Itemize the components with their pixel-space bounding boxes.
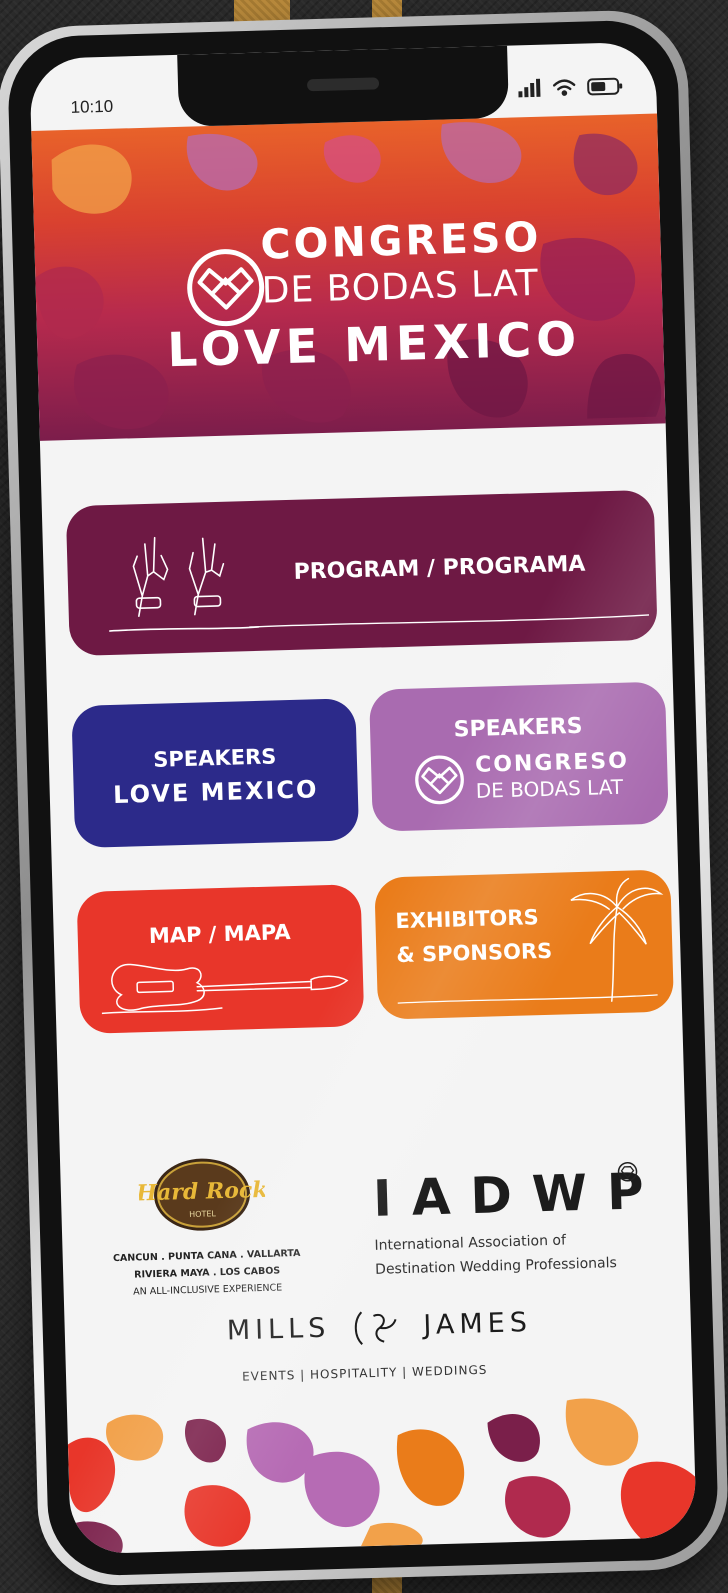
map-button[interactable]: MAP / MAPA: [76, 884, 365, 1034]
hero-subtitle: DE BODAS LAT: [261, 262, 540, 312]
footer-pattern: [67, 1398, 697, 1555]
hero-edition: LOVE MEXICO: [166, 311, 582, 379]
program-label: PROGRAM / PROGRAMA: [293, 551, 586, 585]
speakers-congreso-button[interactable]: SPEAKERS CONGRESO DE BODAS LAT: [368, 681, 669, 832]
svg-text:HOTEL: HOTEL: [189, 1209, 216, 1219]
hardrock-tagline: AN ALL-INCLUSIVE EXPERIENCE: [133, 1282, 283, 1298]
speakers-congreso-line3: DE BODAS LAT: [475, 774, 624, 803]
exhibitors-line2: & SPONSORS: [396, 938, 553, 968]
exhibitors-sponsors-button[interactable]: EXHIBITORS & SPONSORS: [374, 869, 675, 1020]
status-time: 10:10: [70, 96, 114, 117]
palm-tree-icon: [570, 877, 664, 1002]
mills-james-tagline: EVENTS | HOSPITALITY | WEDDINGS: [241, 1362, 488, 1384]
program-button[interactable]: PROGRAM / PROGRAMA: [65, 489, 658, 657]
hard-rock-hotel-logo: Hard Rock HOTEL: [138, 1158, 266, 1231]
iadwp-diamond-icon: [617, 1162, 638, 1182]
notch: [177, 45, 510, 127]
guitar-icon: [101, 963, 349, 1015]
speakers-love-mexico-line1: SPEAKERS: [153, 744, 277, 772]
hardrock-destinations-2: RIVIERA MAYA . LOS CABOS: [134, 1265, 281, 1281]
map-label: MAP / MAPA: [148, 920, 291, 949]
signal-icon: [518, 78, 541, 98]
rock-hands-icon: [108, 536, 260, 632]
speakers-congreso-line2: CONGRESO: [474, 748, 630, 778]
wifi-icon: [552, 79, 576, 96]
james-name: JAMES: [422, 1306, 533, 1342]
speakers-congreso-line1: SPEAKERS: [453, 713, 583, 743]
mills-james-monogram-icon: [354, 1311, 397, 1345]
hero-title: CONGRESO: [259, 212, 542, 269]
exhibitors-line1: EXHIBITORS: [395, 905, 539, 934]
iadwp-subtitle-1: International Association of: [374, 1232, 567, 1254]
hardrock-destinations-1: CANCUN . PUNTA CANA . VALLARTA: [112, 1247, 301, 1265]
speaker-grille: [306, 77, 380, 92]
program-underline: [249, 614, 650, 628]
congreso-logo-icon: [187, 249, 265, 327]
speakers-love-mexico-button[interactable]: SPEAKERS LOVE MEXICO: [71, 698, 360, 849]
hero-banner: CONGRESO DE BODAS LAT LOVE MEXICO: [31, 113, 666, 441]
congreso-logo-icon: [415, 755, 464, 805]
speakers-love-mexico-line2: LOVE MEXICO: [112, 775, 319, 809]
mills-name: MILLS: [226, 1312, 331, 1347]
iadwp-subtitle-2: Destination Wedding Professionals: [374, 1255, 618, 1278]
phone-frame: 10:10 CONGRESO DE BODAS LAT LOVE MEXICO …: [0, 8, 728, 1588]
status-icons: [518, 77, 623, 98]
phone-bezel: 10:10 CONGRESO DE BODAS LAT LOVE MEXICO …: [6, 18, 720, 1578]
battery-icon: [587, 77, 623, 96]
mills-james-logo: MILLS JAMES: [226, 1303, 532, 1352]
svg-text:Hard Rock: Hard Rock: [138, 1177, 266, 1207]
phone-screen: 10:10 CONGRESO DE BODAS LAT LOVE MEXICO …: [29, 41, 697, 1555]
